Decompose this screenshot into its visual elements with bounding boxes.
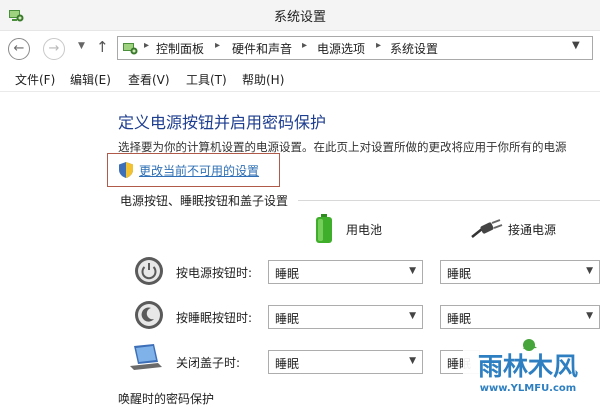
column-label-plugged-in: 接通电源 [508, 223, 557, 237]
breadcrumb-hardware-sound[interactable]: 硬件和声音 [232, 40, 292, 57]
forward-button[interactable]: → [43, 38, 65, 60]
laptop-lid-icon [130, 344, 162, 370]
address-history-chevron-icon[interactable]: ▼ [572, 40, 580, 51]
breadcrumb-control-panel[interactable]: 控制面板 [156, 40, 204, 57]
menu-edit[interactable]: 编辑(E) [70, 71, 111, 88]
sleep-button-battery-select[interactable]: 睡眠 ▼ [268, 305, 423, 329]
battery-icon [316, 214, 332, 243]
chevron-down-icon: ▼ [409, 311, 416, 321]
breadcrumb-system-settings[interactable]: 系统设置 [390, 40, 438, 57]
watermark-url: www.YLMFU.com [480, 383, 576, 394]
sleep-button-label: 按睡眠按钮时: [176, 311, 253, 325]
select-value: 睡眠 [447, 312, 472, 326]
sleep-button-plugged-select[interactable]: 睡眠 ▼ [440, 305, 600, 329]
ylmf-watermark-logo: 雨林木风 www.YLMFU.com [463, 339, 593, 396]
chevron-down-icon: ▼ [409, 356, 416, 366]
wake-password-section-title: 唤醒时的密码保护 [118, 392, 215, 406]
menu-view[interactable]: 查看(V) [128, 71, 170, 88]
chevron-down-icon: ▼ [586, 266, 593, 276]
select-value: 睡眠 [275, 312, 300, 326]
back-button[interactable]: ← [8, 38, 30, 60]
power-plug-icon [471, 219, 503, 238]
power-icon [135, 257, 163, 285]
chevron-down-icon: ▼ [586, 311, 593, 321]
control-panel-icon [123, 43, 138, 55]
section-title: 电源按钮、睡眠按钮和盖子设置 [120, 194, 289, 208]
up-level-arrow-icon[interactable]: ↑ [96, 38, 109, 56]
select-value: 睡眠 [275, 357, 300, 371]
change-unavailable-settings-link[interactable]: 更改当前不可用的设置 [139, 162, 259, 179]
uac-shield-icon [119, 162, 133, 178]
lid-close-battery-select[interactable]: 睡眠 ▼ [268, 350, 423, 374]
window-title: 系统设置 [273, 10, 326, 25]
breadcrumb-separator-icon: ▸ [215, 40, 221, 51]
sleep-icon [135, 301, 163, 329]
breadcrumb-power-options[interactable]: 电源选项 [317, 40, 365, 57]
select-value: 睡眠 [275, 267, 300, 281]
column-label-battery: 用电池 [346, 223, 383, 237]
section-divider [298, 200, 600, 201]
lid-close-label: 关闭盖子时: [176, 356, 241, 370]
select-value: 睡眠 [447, 267, 472, 281]
menu-file[interactable]: 文件(F) [15, 71, 55, 88]
menu-help[interactable]: 帮助(H) [242, 71, 284, 88]
page-title: 定义电源按钮并启用密码保护 [118, 113, 327, 132]
power-button-plugged-select[interactable]: 睡眠 ▼ [440, 260, 600, 284]
menu-tools[interactable]: 工具(T) [186, 71, 227, 88]
watermark-name: 雨林木风 [478, 352, 578, 381]
power-button-battery-select[interactable]: 睡眠 ▼ [268, 260, 423, 284]
chevron-down-icon: ▼ [409, 266, 416, 276]
breadcrumb-separator-icon: ▸ [302, 40, 308, 51]
breadcrumb-separator-icon: ▸ [144, 40, 150, 51]
breadcrumb-separator-icon: ▸ [376, 40, 382, 51]
power-button-label: 按电源按钮时: [176, 266, 253, 280]
recent-locations-dropdown-icon[interactable]: ▼ [78, 41, 85, 51]
